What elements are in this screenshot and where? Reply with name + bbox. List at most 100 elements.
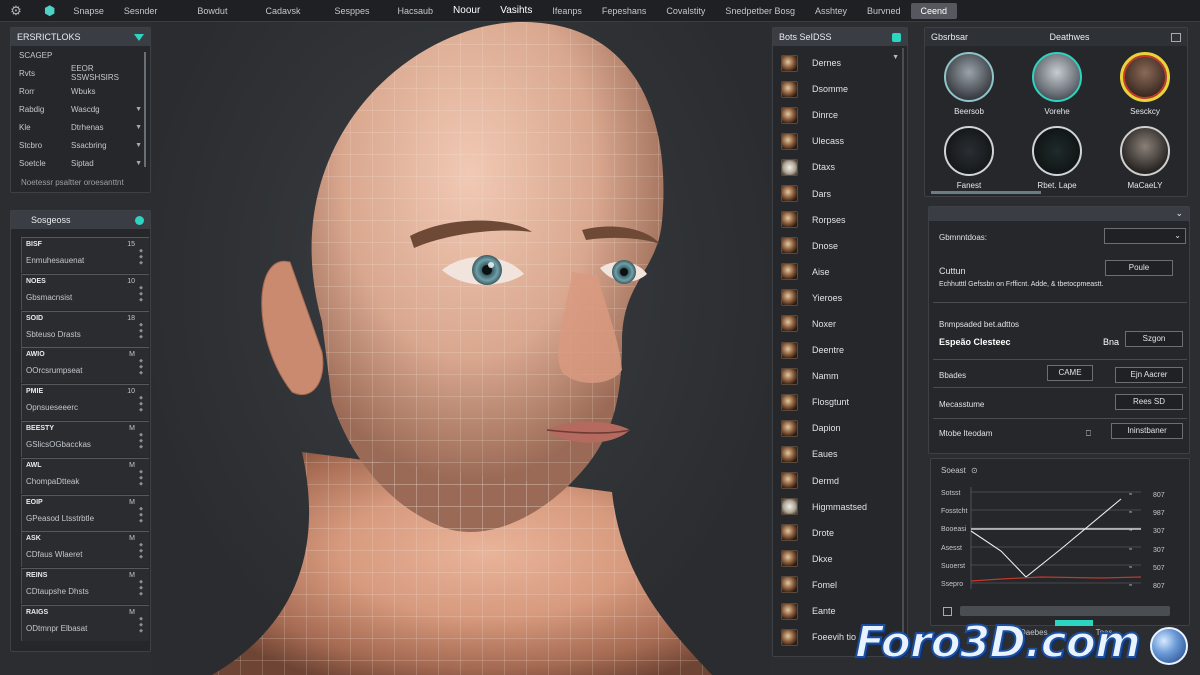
drag-handle-icon[interactable]: ◆ ◆ ◆ (139, 579, 143, 597)
menu-item[interactable]: Cadavsk (255, 3, 310, 19)
list-item[interactable]: Eaues (781, 441, 867, 467)
settings-header[interactable]: ⌄ (929, 207, 1189, 221)
list-item[interactable]: Noxer (781, 311, 867, 337)
drag-handle-icon[interactable]: ◆ ◆ ◆ (139, 358, 143, 376)
dropdown-field[interactable]: ⌄ (1104, 228, 1186, 244)
list-item[interactable]: Deentre (781, 337, 867, 363)
preset-item[interactable]: Fanest (934, 126, 1004, 190)
list-item[interactable]: AWL M ChompaDtteak ◆ ◆ ◆ (21, 457, 149, 494)
preset-item[interactable]: Beersob (934, 52, 1004, 116)
curve-red[interactable] (970, 576, 1142, 582)
button[interactable]: Rees SD (1115, 394, 1183, 410)
list-item[interactable]: Dnose (781, 233, 867, 259)
drag-handle-icon[interactable]: ◆ ◆ ◆ (139, 506, 143, 524)
list-item[interactable]: Dapion (781, 415, 867, 441)
status-dot-icon[interactable] (892, 32, 901, 42)
button[interactable]: CAME (1047, 365, 1093, 381)
list-item[interactable]: Dermd (781, 468, 867, 494)
list-item[interactable]: SOID 18 Sbteuso Drasts ◆ ◆ ◆ (21, 310, 149, 347)
chevron-down-icon[interactable]: ▼ (892, 54, 899, 61)
button[interactable]: Ejn Aacrer (1115, 367, 1183, 383)
prop-row[interactable]: Stcbro Ssacbring ▼ (11, 136, 150, 154)
chevron-down-icon[interactable]: ▼ (135, 106, 142, 113)
list-item[interactable]: Higmmastsed (781, 494, 867, 520)
drag-handle-icon[interactable]: ◆ ◆ ◆ (139, 469, 143, 487)
list-item[interactable]: Dsomme (781, 76, 867, 102)
preset-item[interactable]: Rbet. Lape (1022, 126, 1092, 190)
menu-item-active[interactable]: Ceend (910, 2, 958, 19)
list-item[interactable]: Dinrce (781, 102, 867, 128)
menu-item[interactable]: Ifeanps (542, 3, 592, 19)
drag-handle-icon[interactable]: ◆ ◆ ◆ (139, 542, 143, 560)
menu-brand[interactable]: Snapse (63, 3, 114, 19)
list-item[interactable]: Dernes (781, 50, 867, 76)
list-item[interactable]: REINS M CDtaupshe Dhsts ◆ ◆ ◆ (21, 568, 149, 605)
list-item[interactable]: BEESTY M GSlicsOGbacckas ◆ ◆ ◆ (21, 420, 149, 457)
button[interactable]: Szgon (1125, 331, 1183, 347)
info-icon[interactable]: ⎕ (1086, 429, 1091, 439)
chevron-down-icon[interactable]: ▼ (135, 124, 142, 131)
list-item[interactable]: Dtaxs (781, 154, 867, 180)
menu-item[interactable]: Sesnder (114, 3, 168, 19)
list-item[interactable]: Namm (781, 363, 867, 389)
list-item[interactable]: BISF 15 Enmuhesauenat ◆ ◆ ◆ (21, 237, 149, 273)
menu-item[interactable]: Asshtey (805, 3, 857, 19)
window-icon[interactable] (1170, 32, 1181, 42)
menu-item[interactable]: Snedpetber Bosg (715, 3, 805, 19)
prop-row[interactable]: Rvts EEOR SSWSHSIRS (11, 64, 150, 82)
prop-row[interactable]: Soetcle Siptad ▼ (11, 154, 150, 172)
brand-icon: ⬢ (44, 2, 56, 18)
preset-item[interactable]: Vorehe (1022, 52, 1092, 116)
menu-item[interactable]: Bowdut (187, 3, 237, 19)
menu-item[interactable]: Fepeshans (592, 3, 657, 19)
list-item[interactable]: Dkxe (781, 546, 867, 572)
curve-graph[interactable]: Soeast ⊙ Sotsst Fosstcht Booeasi Asesst … (931, 459, 1191, 599)
3d-viewport[interactable] (152, 22, 770, 675)
list-item[interactable]: NOES 10 Gbsmacnsist ◆ ◆ ◆ (21, 273, 149, 310)
list-item[interactable]: Fomel (781, 572, 867, 598)
menu-item[interactable]: Sesppes (324, 3, 379, 19)
scrollbar[interactable] (902, 48, 904, 648)
button[interactable]: Poule (1105, 260, 1173, 276)
menu-item[interactable]: Noour (443, 2, 490, 19)
list-item[interactable]: PMIE 10 Opnsueseeerc ◆ ◆ ◆ (21, 384, 149, 421)
list-item[interactable]: ASK M CDfaus Wlaeret ◆ ◆ ◆ (21, 531, 149, 568)
prop-value: Dtrhenas (71, 122, 104, 132)
list-item[interactable]: Rorpses (781, 207, 867, 233)
drag-handle-icon[interactable]: ◆ ◆ ◆ (139, 322, 143, 340)
drag-handle-icon[interactable]: ◆ ◆ ◆ (139, 432, 143, 450)
list-item[interactable]: AWIO M OOrcsrumpseat ◆ ◆ ◆ (21, 347, 149, 384)
chevron-down-icon[interactable]: ▼ (135, 160, 142, 167)
gear-icon[interactable]: ⚙ (8, 3, 24, 19)
list-item[interactable]: Flosgtunt (781, 389, 867, 415)
timeline-slider[interactable] (960, 606, 1170, 616)
graph-caret-icons[interactable]: ≈≈≈ ≈≈≈ (1129, 492, 1133, 589)
prop-row[interactable]: Kle Dtrhenas ▼ (11, 118, 150, 136)
list-item[interactable]: Yieroes (781, 285, 867, 311)
drag-handle-icon[interactable]: ◆ ◆ ◆ (139, 248, 143, 266)
status-dot-icon[interactable] (135, 215, 144, 225)
menu-item[interactable]: Vasihts (490, 2, 542, 19)
drag-handle-icon[interactable]: ◆ ◆ ◆ (139, 616, 143, 634)
button[interactable]: Ininstbaner (1111, 423, 1183, 439)
chevron-down-icon[interactable]: ⌄ (1175, 208, 1183, 219)
list-item[interactable]: EOIP M GPeasod Ltsstrbtle ◆ ◆ ◆ (21, 494, 149, 531)
scrollbar[interactable] (144, 52, 146, 167)
prop-row[interactable]: Rabdig Wascdg ▼ (11, 100, 150, 118)
menu-item[interactable]: Burvned (857, 3, 911, 19)
collapse-icon[interactable] (134, 33, 144, 41)
prop-row[interactable]: Rorr Wbuks (11, 82, 150, 100)
preset-item[interactable]: MaCaeLY (1110, 126, 1180, 190)
list-item[interactable]: Aise (781, 259, 867, 285)
menu-item[interactable]: Hacsaub (388, 3, 444, 19)
menu-item[interactable]: Covalstity (656, 3, 715, 19)
chevron-down-icon[interactable]: ▼ (135, 142, 142, 149)
drag-handle-icon[interactable]: ◆ ◆ ◆ (139, 285, 143, 303)
list-item[interactable]: Ulecass (781, 128, 867, 154)
list-item[interactable]: RAIGS M ODtmnpr Elbasat ◆ ◆ ◆ (21, 604, 149, 641)
drag-handle-icon[interactable]: ◆ ◆ ◆ (139, 395, 143, 413)
checkbox[interactable] (943, 607, 952, 616)
list-item[interactable]: Dars (781, 180, 867, 206)
list-item[interactable]: Drote (781, 520, 867, 546)
preset-item[interactable]: Sesckcy (1110, 52, 1180, 116)
